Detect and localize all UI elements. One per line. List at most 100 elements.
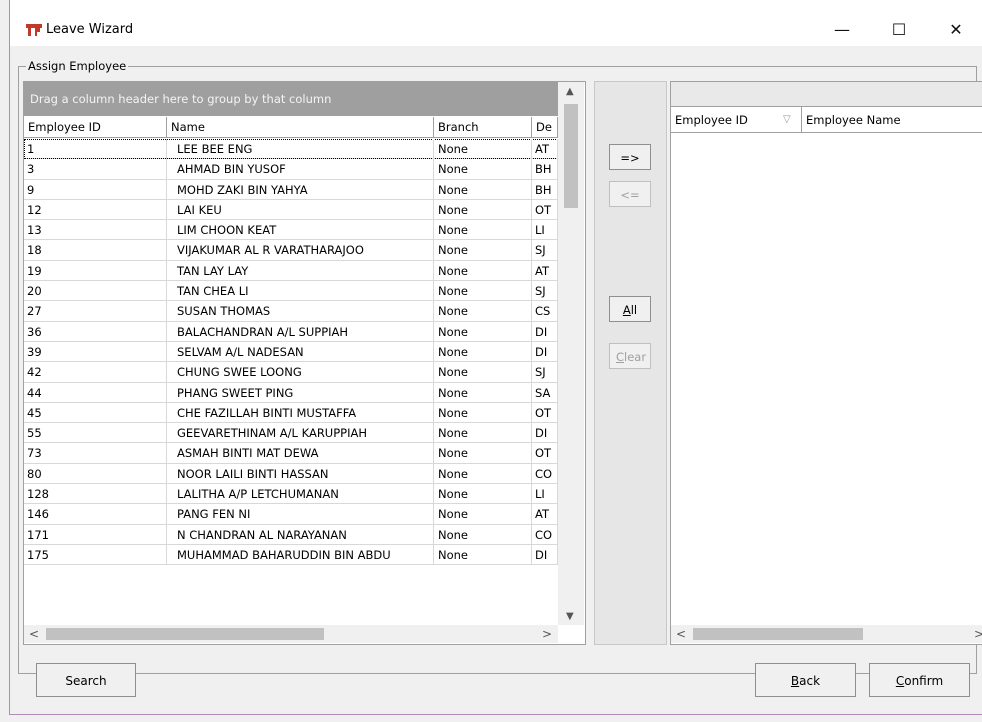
- cell-department: SJ: [532, 240, 558, 261]
- cell-department: DI: [532, 341, 558, 362]
- column-header-name[interactable]: Name: [167, 117, 434, 138]
- group-label: Assign Employee: [26, 59, 129, 73]
- column-header-employee-id[interactable]: Employee ID: [24, 117, 167, 138]
- table-row[interactable]: 80 NOOR LAILI BINTI HASSAN None CO: [24, 463, 558, 485]
- scroll-left-icon[interactable]: <: [676, 627, 686, 641]
- cell-branch: None: [434, 220, 532, 241]
- remove-selected-button[interactable]: <=: [609, 181, 651, 207]
- confirm-accel: C: [895, 674, 905, 688]
- add-all-accel: A: [622, 303, 631, 317]
- cell-department: OT: [532, 443, 558, 464]
- cell-name: CHE FAZILLAH BINTI MUSTAFFA: [167, 402, 434, 423]
- cell-branch: None: [434, 484, 532, 505]
- cell-name: SUSAN THOMAS: [167, 301, 434, 322]
- group-by-panel[interactable]: Drag a column header here to group by th…: [24, 82, 558, 116]
- add-selected-button[interactable]: =>: [609, 144, 651, 170]
- table-row[interactable]: 45 CHE FAZILLAH BINTI MUSTAFFA None OT: [24, 402, 558, 424]
- column-header-employee-id-label: Employee ID: [675, 113, 748, 127]
- table-row[interactable]: 171 N CHANDRAN AL NARAYANAN None CO: [24, 524, 558, 545]
- add-all-button[interactable]: All: [609, 296, 651, 322]
- cell-department: LI: [532, 484, 558, 505]
- cell-department: BH: [532, 179, 558, 200]
- cell-employee-id: 44: [24, 382, 167, 403]
- vertical-scrollbar[interactable]: ▲ ▼: [558, 82, 584, 625]
- cell-name: MUHAMMAD BAHARUDDIN BIN ABDU: [167, 544, 434, 565]
- cell-department: LI: [532, 220, 558, 241]
- cell-employee-id: 55: [24, 423, 167, 444]
- table-row[interactable]: 128 LALITHA A/P LETCHUMANAN None LI: [24, 484, 558, 505]
- horizontal-scroll-thumb[interactable]: [693, 628, 863, 640]
- table-row[interactable]: 18 VIJAKUMAR AL R VARATHARAJOO None SJ: [24, 240, 558, 261]
- column-header-employee-id[interactable]: Employee ID ▽: [671, 107, 802, 133]
- column-header-branch[interactable]: Branch: [434, 117, 532, 138]
- table-row[interactable]: 42 CHUNG SWEE LOONG None SJ: [24, 362, 558, 383]
- table-row[interactable]: 44 PHANG SWEET PING None SA: [24, 382, 558, 403]
- cell-branch: None: [434, 362, 532, 383]
- table-row[interactable]: 73 ASMAH BINTI MAT DEWA None OT: [24, 443, 558, 464]
- table-row[interactable]: 27 SUSAN THOMAS None CS: [24, 301, 558, 322]
- table-row[interactable]: 55 GEEVARETHINAM A/L KARUPPIAH None DI: [24, 423, 558, 444]
- cell-department: OT: [532, 199, 558, 220]
- sort-icon: ▽: [783, 114, 791, 125]
- cell-department: BH: [532, 159, 558, 180]
- cell-branch: None: [434, 179, 532, 200]
- column-header-department[interactable]: De: [532, 117, 558, 138]
- vertical-scroll-thumb[interactable]: [564, 104, 578, 208]
- leave-wizard-window: Leave Wizard — ☐ ✕ Assign Employee Drag …: [9, 0, 982, 715]
- cell-name: CHUNG SWEE LOONG: [167, 362, 434, 383]
- cell-branch: None: [434, 260, 532, 281]
- maximize-button[interactable]: ☐: [876, 14, 922, 46]
- cell-branch: None: [434, 139, 532, 159]
- cell-name: NOOR LAILI BINTI HASSAN: [167, 463, 434, 484]
- table-row[interactable]: 3 AHMAD BIN YUSOF None BH: [24, 159, 558, 180]
- cell-branch: None: [434, 544, 532, 565]
- table-row[interactable]: 9 MOHD ZAKI BIN YAHYA None BH: [24, 179, 558, 200]
- cell-name: PANG FEN NI: [167, 504, 434, 525]
- table-row[interactable]: 39 SELVAM A/L NADESAN None DI: [24, 341, 558, 363]
- cell-branch: None: [434, 402, 532, 423]
- cell-department: DI: [532, 423, 558, 444]
- cell-branch: None: [434, 281, 532, 302]
- close-button[interactable]: ✕: [933, 14, 979, 46]
- cell-employee-id: 146: [24, 504, 167, 525]
- table-row[interactable]: 1 LEE BEE ENG None AT: [24, 139, 558, 160]
- available-employees-grid[interactable]: Drag a column header here to group by th…: [23, 81, 586, 645]
- scroll-left-icon[interactable]: <: [29, 627, 39, 641]
- cell-name: PHANG SWEET PING: [167, 382, 434, 403]
- scroll-right-icon[interactable]: >: [542, 627, 552, 641]
- scroll-right-icon[interactable]: >: [974, 627, 982, 641]
- cell-employee-id: 36: [24, 321, 167, 342]
- cell-name: TAN LAY LAY: [167, 260, 434, 281]
- cell-branch: None: [434, 240, 532, 261]
- scroll-down-icon[interactable]: ▼: [566, 611, 574, 622]
- cell-branch: None: [434, 504, 532, 525]
- table-row[interactable]: 175 MUHAMMAD BAHARUDDIN BIN ABDU None DI: [24, 544, 558, 566]
- clear-label: lear: [624, 350, 647, 364]
- horizontal-scrollbar[interactable]: < >: [671, 625, 982, 643]
- minimize-button[interactable]: —: [819, 14, 865, 46]
- cell-branch: None: [434, 159, 532, 180]
- table-row[interactable]: 146 PANG FEN NI None AT: [24, 504, 558, 525]
- clear-button[interactable]: Clear: [609, 343, 651, 369]
- cell-name: N CHANDRAN AL NARAYANAN: [167, 524, 434, 545]
- horizontal-scroll-thumb[interactable]: [46, 628, 324, 640]
- title-bar: Leave Wizard — ☐ ✕: [10, 0, 982, 46]
- confirm-button[interactable]: Confirm: [869, 663, 970, 697]
- assigned-employees-grid[interactable]: Employee ID ▽ Employee Name < >: [670, 81, 982, 645]
- horizontal-scrollbar[interactable]: < >: [24, 625, 558, 643]
- table-row[interactable]: 36 BALACHANDRAN A/L SUPPIAH None DI: [24, 321, 558, 342]
- table-row[interactable]: 12 LAI KEU None OT: [24, 199, 558, 221]
- table-row[interactable]: 20 TAN CHEA LI None SJ: [24, 281, 558, 302]
- search-button[interactable]: Search: [36, 663, 136, 697]
- back-button[interactable]: Back: [755, 663, 856, 697]
- cell-department: SJ: [532, 362, 558, 383]
- column-header-employee-name[interactable]: Employee Name: [802, 107, 982, 133]
- cell-branch: None: [434, 443, 532, 464]
- scroll-up-icon[interactable]: ▲: [566, 86, 574, 97]
- table-row[interactable]: 13 LIM CHOON KEAT None LI: [24, 220, 558, 241]
- cell-name: GEEVARETHINAM A/L KARUPPIAH: [167, 423, 434, 444]
- back-label: ack: [799, 674, 821, 688]
- cell-employee-id: 175: [24, 544, 167, 565]
- table-row[interactable]: 19 TAN LAY LAY None AT: [24, 260, 558, 282]
- cell-department: AT: [532, 139, 558, 159]
